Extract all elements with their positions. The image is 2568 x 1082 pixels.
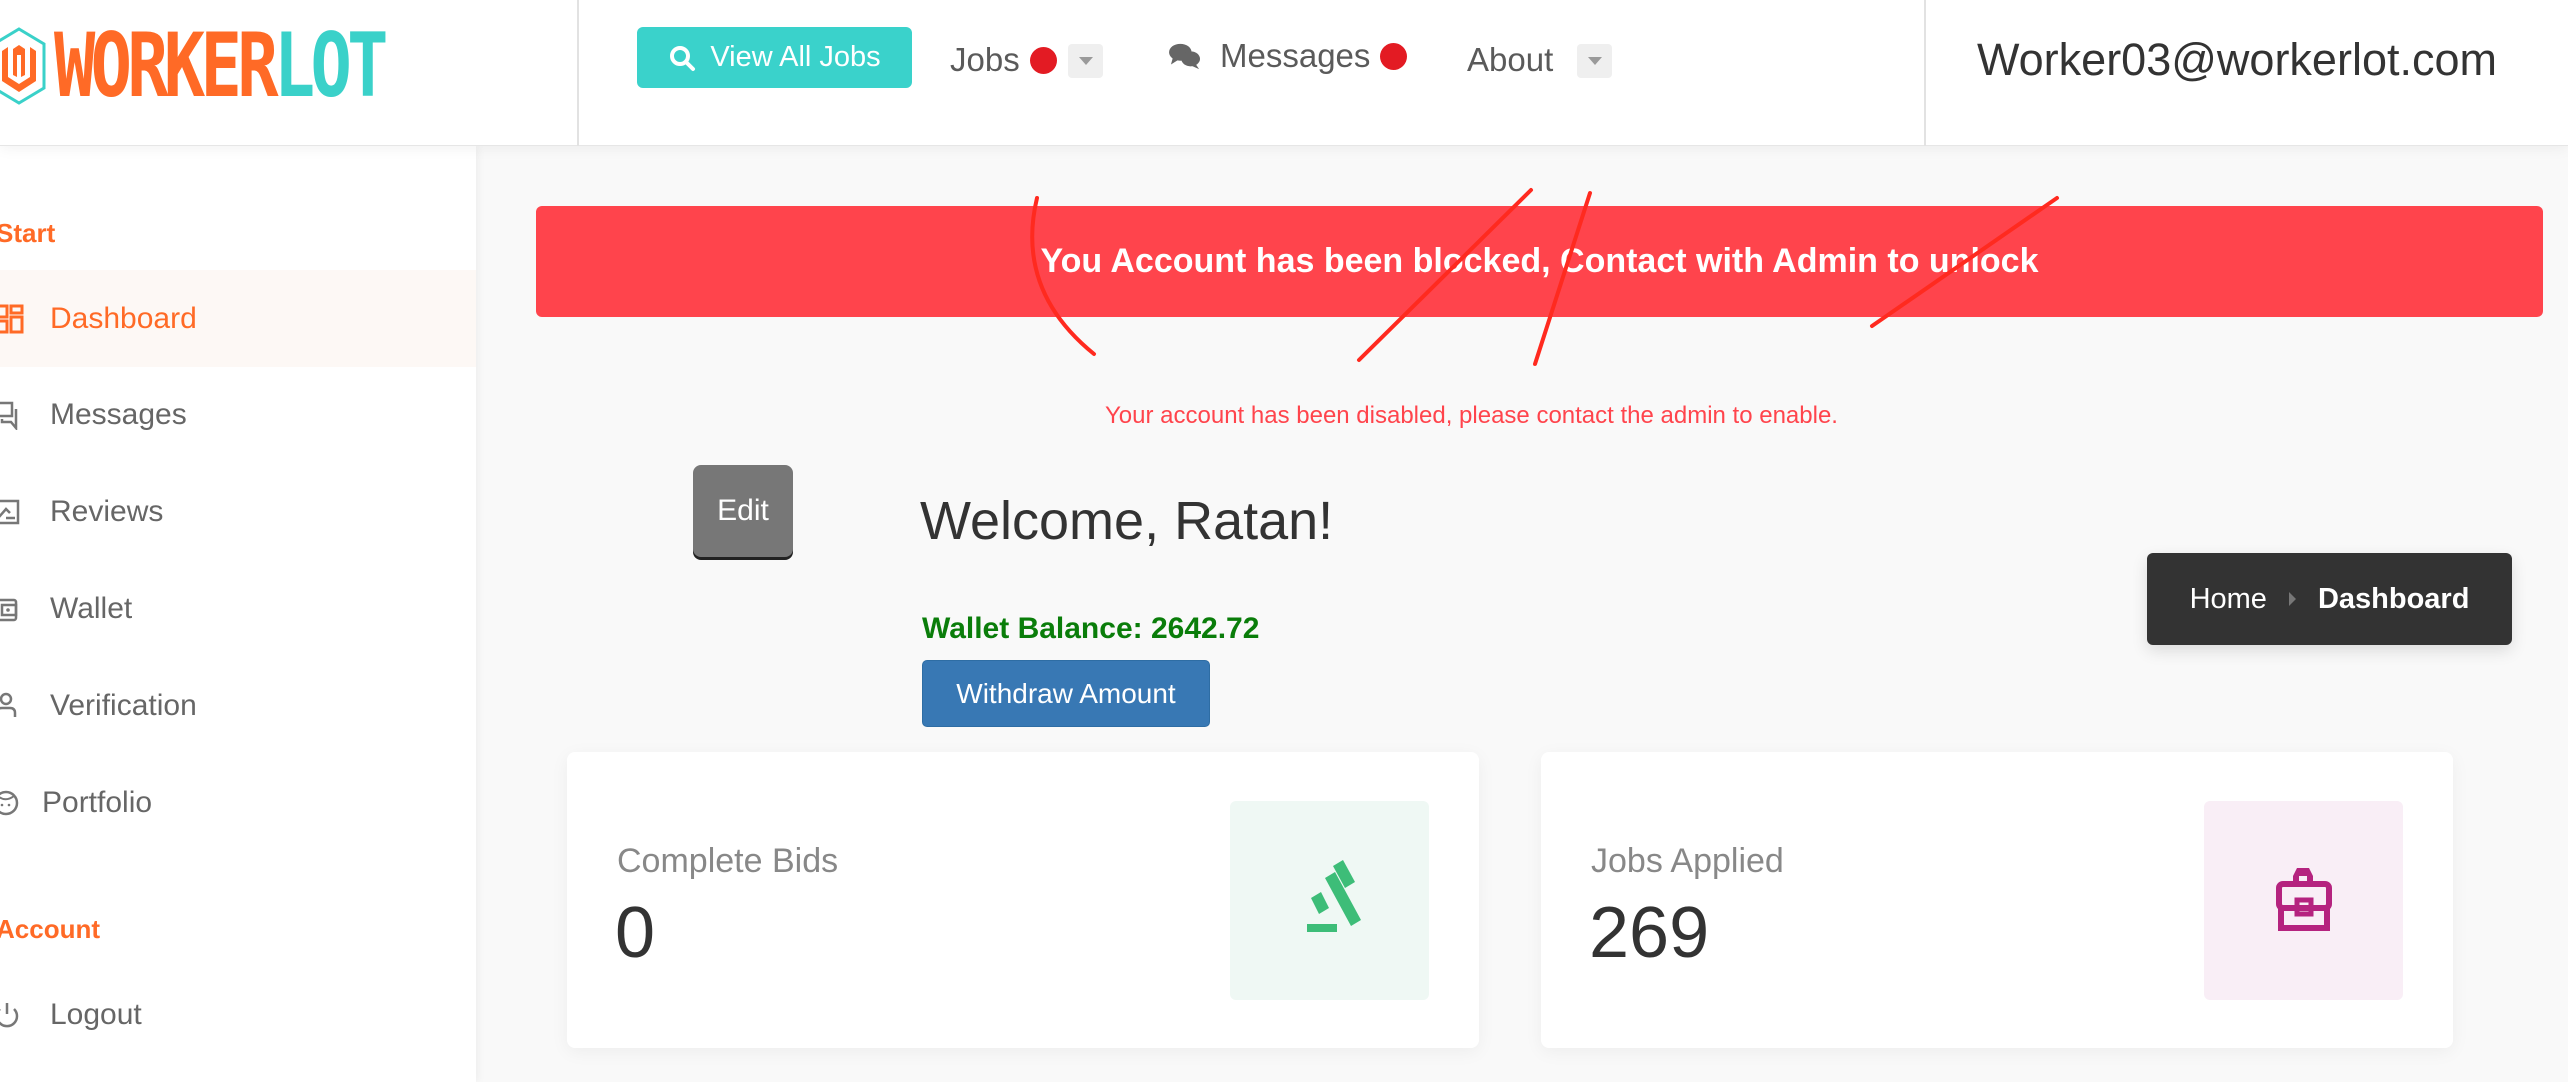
edit-profile-button[interactable]: Edit (693, 465, 793, 557)
sidebar-item-portfolio[interactable]: Portfolio (0, 754, 476, 851)
search-icon (670, 45, 696, 71)
jobs-notification-dot (1029, 46, 1057, 74)
logo-hexagon-icon (0, 27, 46, 105)
breadcrumb-separator-icon (2288, 592, 2296, 606)
view-all-jobs-label: View All Jobs (710, 41, 881, 73)
stat-value: 269 (1589, 893, 1710, 973)
sidebar-section-start: Start (0, 218, 56, 248)
breadcrumb: Home Dashboard (2147, 553, 2512, 645)
workerlot-logo[interactable]: WORKERLOT (0, 22, 477, 110)
breadcrumb-home-link[interactable]: Home (2190, 583, 2267, 616)
account-blocked-alert: You Account has been blocked, Contact wi… (536, 206, 2543, 317)
gavel-icon (1306, 859, 1361, 932)
sidebar-item-logout[interactable]: Logout (0, 966, 476, 1063)
sidebar-item-label: Dashboard (50, 301, 197, 335)
sidebar: Start Dashboard Messages Reviews Wallet … (0, 146, 476, 1082)
sidebar-item-label: Logout (50, 997, 142, 1031)
sidebar-item-label: Portfolio (42, 785, 153, 819)
nav-jobs-label: Jobs (950, 41, 1020, 78)
breadcrumb-current: Dashboard (2317, 582, 2470, 615)
nav-messages[interactable]: Messages (1168, 32, 1408, 80)
wallet-balance: Wallet Balance: 2642.72 (922, 612, 1260, 645)
sidebar-item-label: Reviews (50, 494, 164, 528)
header-divider-right (1924, 0, 1926, 146)
account-blocked-text: You Account has been blocked, Contact wi… (1040, 242, 2039, 280)
stat-value: 0 (615, 893, 656, 973)
sidebar-item-reviews[interactable]: Reviews (0, 463, 476, 560)
stat-label: Complete Bids (617, 842, 839, 880)
logo-text-worker: WORKER (54, 14, 279, 117)
withdraw-amount-button[interactable]: Withdraw Amount (922, 660, 1210, 727)
messages-notification-dot (1380, 42, 1408, 70)
welcome-heading: Welcome, Ratan! (920, 491, 1334, 551)
jobs-dropdown-toggle[interactable] (1068, 44, 1103, 78)
sidebar-item-verification[interactable]: Verification (0, 657, 476, 754)
nav-about[interactable]: About (1467, 36, 1553, 84)
chat-icon (0, 401, 18, 430)
account-disabled-message: Your account has been disabled, please c… (1105, 402, 1838, 429)
wallet-icon (0, 598, 18, 621)
logo-text-lot: LOT (273, 14, 389, 117)
sidebar-item-label: Verification (50, 688, 197, 722)
sidebar-item-messages[interactable]: Messages (0, 366, 476, 463)
about-dropdown-toggle[interactable] (1577, 44, 1612, 78)
stat-icon-box (2204, 801, 2403, 1000)
user-email-menu[interactable]: Worker03@workerlot.com (1977, 34, 2497, 86)
top-header: WORKERLOT View All Jobs Jobs Messages Ab… (0, 0, 2568, 146)
nav-messages-label: Messages (1220, 37, 1371, 74)
logo-wordmark: WORKERLOT (54, 22, 388, 110)
header-divider (577, 0, 579, 146)
sidebar-item-wallet[interactable]: Wallet (0, 560, 476, 657)
briefcase-icon (2275, 867, 2332, 931)
sidebar-item-label: Messages (50, 397, 187, 431)
dashboard-grid-icon (0, 304, 24, 333)
stat-label: Jobs Applied (1591, 842, 1784, 880)
stat-card-complete-bids: Complete Bids 0 (567, 752, 1479, 1048)
user-icon (0, 692, 17, 717)
nav-jobs[interactable]: Jobs (950, 36, 1057, 84)
sidebar-item-label: Wallet (50, 591, 133, 625)
sidebar-section-account: Account (0, 914, 100, 944)
review-image-icon (0, 499, 20, 524)
stat-icon-box (1230, 801, 1429, 1000)
chat-bubbles-icon (1169, 43, 1200, 70)
view-all-jobs-button[interactable]: View All Jobs (637, 27, 912, 88)
stat-card-jobs-applied: Jobs Applied 269 (1541, 752, 2453, 1048)
sidebar-item-dashboard[interactable]: Dashboard (0, 270, 476, 367)
face-icon (0, 790, 19, 815)
power-icon (0, 1002, 19, 1027)
nav-about-label: About (1467, 41, 1554, 78)
